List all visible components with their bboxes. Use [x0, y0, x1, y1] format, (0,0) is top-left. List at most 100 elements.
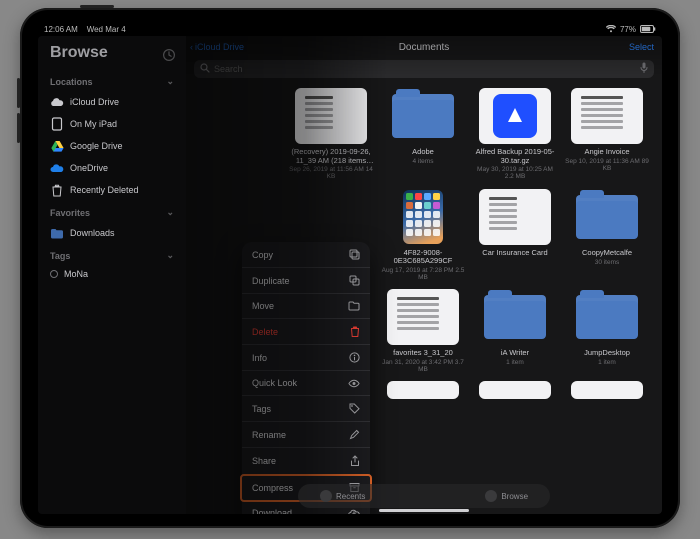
- document-thumbnail: [387, 289, 459, 345]
- move-icon: [348, 301, 360, 311]
- ctx-label: Tags: [252, 404, 271, 414]
- ctx-label: Share: [252, 456, 276, 466]
- context-menu: Copy Duplicate Move Delete Info Quick Look Tag…: [242, 242, 370, 514]
- sidebar-tag-mona[interactable]: MoNa: [46, 265, 178, 283]
- status-date: Wed Mar 4: [87, 25, 126, 34]
- chevron-down-icon: ⌄: [166, 207, 174, 218]
- ctx-info[interactable]: Info: [242, 345, 370, 371]
- home-indicator[interactable]: [379, 509, 469, 512]
- file-item[interactable]: Alfred Backup 2019-05-30.tar.gz May 30, …: [472, 88, 558, 181]
- app-thumbnail: [479, 88, 551, 144]
- ipad-frame: 12:06 AM Wed Mar 4 77% Browse Loca: [20, 8, 680, 528]
- recents-icon[interactable]: [162, 48, 176, 65]
- ctx-delete[interactable]: Delete: [242, 319, 370, 345]
- duplicate-icon: [348, 275, 360, 286]
- status-bar: 12:06 AM Wed Mar 4 77%: [38, 22, 662, 36]
- dock-browse[interactable]: Browse: [485, 490, 528, 502]
- share-icon: [348, 455, 360, 467]
- ctx-label: Duplicate: [252, 276, 290, 286]
- download-icon: [348, 508, 360, 514]
- ctx-label: Download: [252, 508, 292, 514]
- file-item[interactable]: (Recovery) 2019-09-26, 11_39 AM (218 ite…: [288, 88, 374, 181]
- screenshot-thumbnail: [387, 189, 459, 245]
- battery-pct: 77%: [620, 25, 636, 34]
- folder-thumbnail: [571, 189, 643, 245]
- sidebar: Browse Locations ⌄ iCloud Drive On My iP…: [38, 36, 186, 514]
- main-area: ‹ iCloud Drive Documents Select: [186, 36, 662, 514]
- document-thumbnail: [295, 88, 367, 144]
- sidebar-title: Browse: [50, 44, 108, 62]
- tag-dot-icon: [50, 270, 58, 278]
- ctx-rename[interactable]: Rename: [242, 422, 370, 448]
- ctx-label: Delete: [252, 327, 278, 337]
- info-icon: [348, 352, 360, 363]
- ctx-tags[interactable]: Tags: [242, 396, 370, 422]
- battery-icon: [640, 25, 656, 33]
- sidebar-item-on-my-ipad[interactable]: On My iPad: [46, 113, 178, 135]
- file-item[interactable]: Adobe 4 items: [380, 88, 466, 181]
- mic-icon[interactable]: [640, 60, 648, 78]
- sidebar-item-onedrive[interactable]: OneDrive: [46, 157, 178, 179]
- search-bar[interactable]: [194, 60, 654, 78]
- file-item[interactable]: iA Writer 1 item: [472, 289, 558, 373]
- nav-bar: ‹ iCloud Drive Documents Select: [186, 36, 662, 56]
- ctx-quick-look[interactable]: Quick Look: [242, 371, 370, 396]
- onedrive-icon: [50, 161, 64, 175]
- ctx-move[interactable]: Move: [242, 294, 370, 319]
- sidebar-item-downloads[interactable]: Downloads: [46, 222, 178, 244]
- dock: Recents Browse: [298, 484, 550, 508]
- grid-spacer: [196, 88, 282, 181]
- page-title: Documents: [186, 42, 662, 53]
- status-left: 12:06 AM Wed Mar 4: [44, 25, 126, 34]
- file-item[interactable]: CoopyMetcalfe 30 items: [564, 189, 650, 282]
- folder-icon: [485, 490, 497, 502]
- section-tags[interactable]: Tags ⌄: [50, 250, 174, 261]
- file-item[interactable]: [472, 381, 558, 399]
- ctx-label: Copy: [252, 250, 273, 260]
- volume-up-button: [17, 78, 20, 108]
- icloud-icon: [50, 95, 64, 109]
- ctx-label: Compress: [252, 483, 293, 493]
- google-drive-icon: [50, 139, 64, 153]
- ctx-label: Move: [252, 301, 274, 311]
- volume-down-button: [17, 113, 20, 143]
- document-thumbnail: [479, 381, 551, 399]
- clock-icon: [320, 490, 332, 502]
- wifi-icon: [606, 25, 616, 33]
- dock-recents[interactable]: Recents: [320, 490, 365, 502]
- document-thumbnail: [387, 381, 459, 399]
- status-time: 12:06 AM: [44, 25, 78, 34]
- ctx-share[interactable]: Share: [242, 448, 370, 475]
- folder-thumbnail: [387, 88, 459, 144]
- file-item[interactable]: 4F82-9008-0E3C685A299CF Aug 17, 2019 at …: [380, 189, 466, 282]
- file-item[interactable]: JumpDesktop 1 item: [564, 289, 650, 373]
- file-item[interactable]: Angie Invoice Sep 10, 2019 at 11:36 AM 8…: [564, 88, 650, 181]
- folder-icon: [50, 226, 64, 240]
- tag-icon: [348, 403, 360, 414]
- file-item[interactable]: favorites 3_31_20 Jan 31, 2020 at 3:42 P…: [380, 289, 466, 373]
- select-button[interactable]: Select: [629, 42, 654, 52]
- file-item[interactable]: [564, 381, 650, 399]
- sidebar-item-icloud-drive[interactable]: iCloud Drive: [46, 91, 178, 113]
- file-item[interactable]: [380, 381, 466, 399]
- ctx-label: Info: [252, 353, 267, 363]
- search-input[interactable]: [214, 64, 636, 74]
- power-button: [80, 5, 114, 8]
- ctx-duplicate[interactable]: Duplicate: [242, 268, 370, 294]
- trash-icon: [348, 326, 360, 337]
- ctx-label: Rename: [252, 430, 286, 440]
- chevron-down-icon: ⌄: [166, 76, 174, 87]
- folder-thumbnail: [479, 289, 551, 345]
- document-thumbnail: [571, 88, 643, 144]
- section-locations[interactable]: Locations ⌄: [50, 76, 174, 87]
- section-favorites[interactable]: Favorites ⌄: [50, 207, 174, 218]
- ipad-icon: [50, 117, 64, 131]
- document-thumbnail: [571, 381, 643, 399]
- ctx-copy[interactable]: Copy: [242, 242, 370, 268]
- pencil-icon: [348, 429, 360, 440]
- sidebar-item-recently-deleted[interactable]: Recently Deleted: [46, 179, 178, 201]
- trash-icon: [50, 183, 64, 197]
- file-item[interactable]: Car Insurance Card: [472, 189, 558, 282]
- chevron-down-icon: ⌄: [166, 250, 174, 261]
- sidebar-item-google-drive[interactable]: Google Drive: [46, 135, 178, 157]
